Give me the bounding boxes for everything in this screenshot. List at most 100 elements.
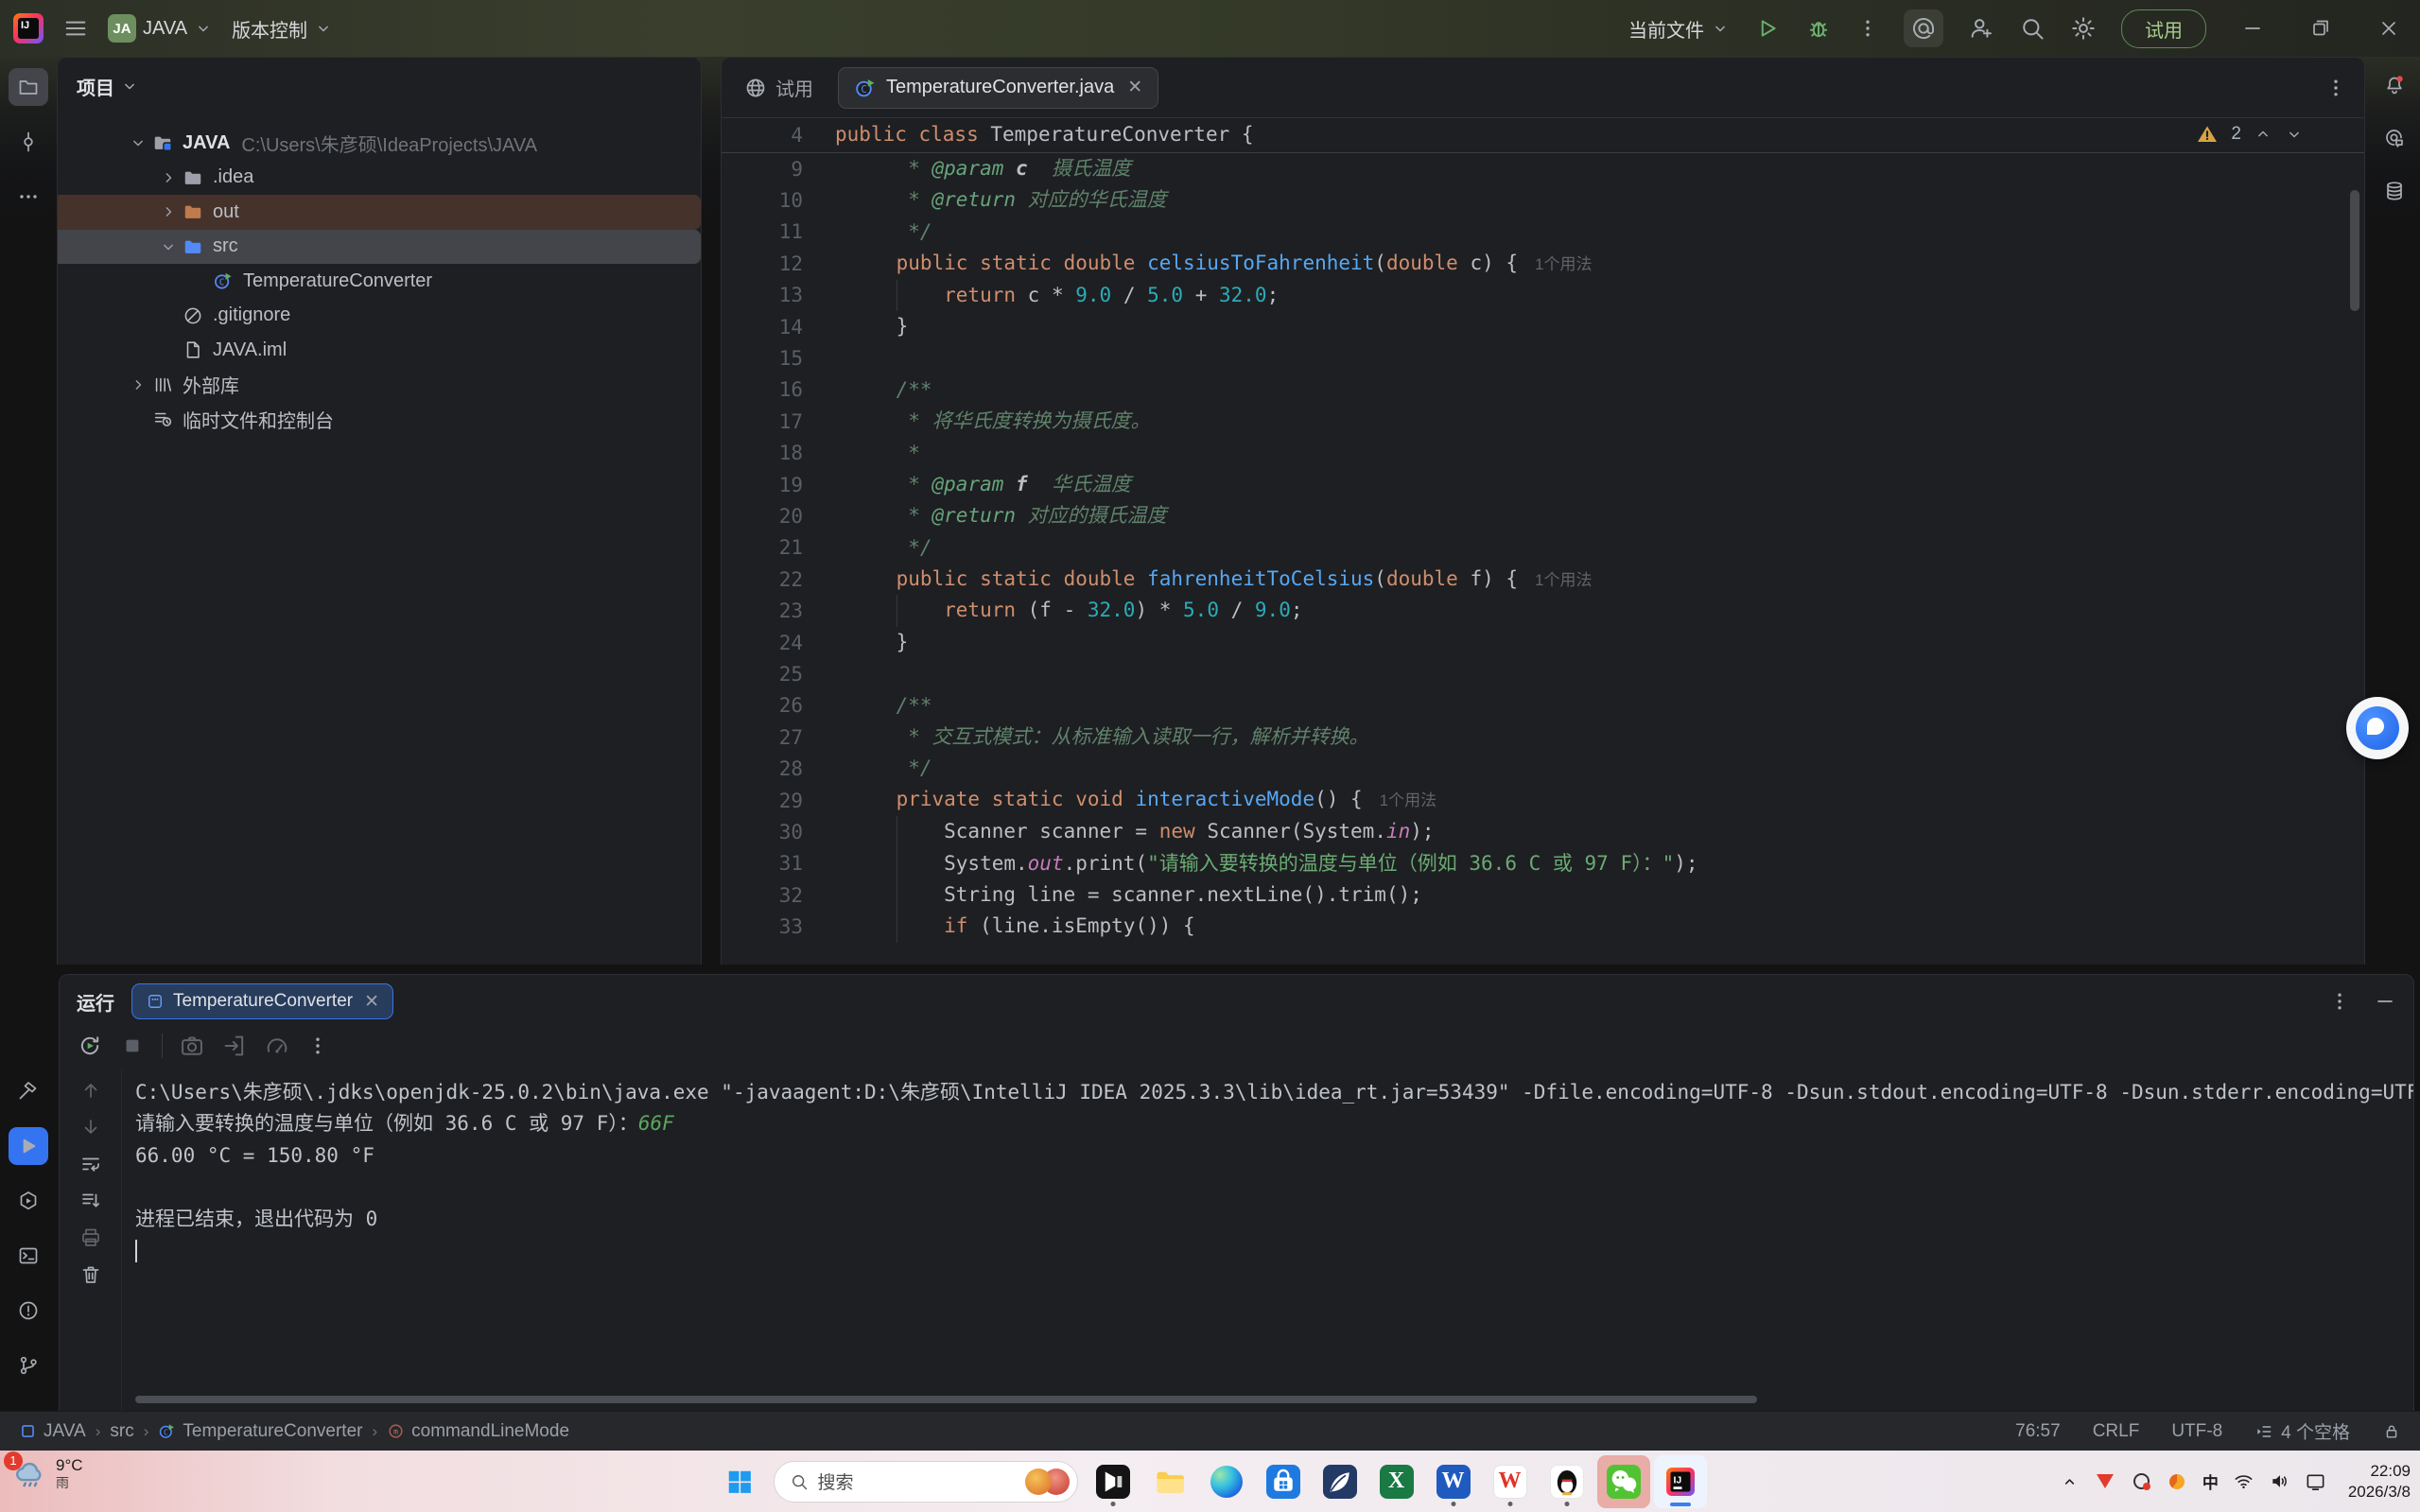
- tree-item--[interactable]: 临时文件和控制台: [58, 402, 701, 437]
- taskbar-search-input[interactable]: 搜索: [774, 1461, 1078, 1503]
- tray-wifi-icon[interactable]: [2233, 1470, 2255, 1492]
- taskbar-app-idea[interactable]: IJ: [1654, 1455, 1707, 1508]
- code-line-31[interactable]: 31 System.out.print("请输入要转换的温度与单位（例如 36.…: [722, 848, 2364, 879]
- chevron-down-icon[interactable]: [156, 235, 181, 258]
- tray-tray-cam-icon[interactable]: [2131, 1470, 2152, 1492]
- git-tool-button[interactable]: [9, 1347, 48, 1384]
- window-close-button[interactable]: [2367, 9, 2411, 47]
- window-restore-button[interactable]: [2299, 9, 2342, 47]
- taskbar-app-word[interactable]: W: [1427, 1455, 1480, 1508]
- ai-chat-tool-button[interactable]: [2375, 119, 2414, 157]
- usages-inlay-hint[interactable]: 1个用法: [1535, 571, 1592, 589]
- code-line-27[interactable]: 27 * 交互式模式：从标准输入读取一行，解析并转换。: [722, 721, 2364, 753]
- breadcrumb-item-src[interactable]: src: [110, 1421, 133, 1442]
- chevron-right-icon[interactable]: [156, 166, 181, 189]
- chevron-down-icon[interactable]: [126, 131, 150, 154]
- tray-tablet-icon[interactable]: [2305, 1470, 2326, 1492]
- console-hscrollbar[interactable]: [135, 1396, 1757, 1403]
- start-button[interactable]: [714, 1456, 765, 1507]
- tree-item-out[interactable]: out: [58, 195, 701, 230]
- tray-ime-icon[interactable]: 中: [2202, 1469, 2219, 1493]
- code-line-14[interactable]: 14 }: [722, 311, 2364, 342]
- code-line-10[interactable]: 10 * @return 对应的华氏温度: [722, 184, 2364, 216]
- commit-tool-button[interactable]: [9, 123, 48, 161]
- weather-widget[interactable]: 1 9°C 雨: [11, 1456, 83, 1490]
- inspections-widget[interactable]: 2: [2196, 123, 2304, 146]
- code-with-me-icon[interactable]: [1968, 15, 1994, 42]
- run-more-icon[interactable]: [306, 1034, 329, 1057]
- taskbar-app-qq[interactable]: [1541, 1455, 1593, 1508]
- clear-console-icon[interactable]: [79, 1263, 102, 1286]
- problems-tool-button[interactable]: [9, 1292, 48, 1330]
- tab-group-trial[interactable]: 试用: [744, 74, 813, 101]
- taskbar-app-writer[interactable]: [1314, 1455, 1367, 1508]
- code-line-32[interactable]: 32 String line = scanner.nextLine().trim…: [722, 879, 2364, 911]
- code-line-21[interactable]: 21 */: [722, 532, 2364, 564]
- tree-item-temperatureconverter[interactable]: CTemperatureConverter: [58, 264, 701, 299]
- code-line-33[interactable]: 33 if (line.isEmpty()) {: [722, 911, 2364, 942]
- tray-chev-up-icon[interactable]: [2059, 1470, 2081, 1492]
- search-highlights-icon[interactable]: [1025, 1469, 1070, 1495]
- code-line-15[interactable]: 15: [722, 342, 2364, 374]
- more-tools-button[interactable]: [9, 178, 48, 216]
- indent-widget[interactable]: 4 个空格: [2255, 1418, 2350, 1444]
- code-line-30[interactable]: 30 Scanner scanner = new Scanner(System.…: [722, 816, 2364, 847]
- trial-badge[interactable]: 试用: [2121, 9, 2206, 48]
- code-line-16[interactable]: 16 /**: [722, 374, 2364, 406]
- taskbar-app-edge[interactable]: [1200, 1455, 1253, 1508]
- next-problem-icon[interactable]: [2285, 125, 2304, 144]
- taskbar-app-store[interactable]: [1257, 1455, 1310, 1508]
- build-tool-button[interactable]: [9, 1072, 48, 1110]
- tray-tray-red-icon[interactable]: [2095, 1470, 2116, 1492]
- tree-item--idea[interactable]: .idea: [58, 161, 701, 196]
- breadcrumb-item-temperatureconverter[interactable]: CTemperatureConverter: [158, 1421, 362, 1442]
- window-minimize-button[interactable]: [2231, 9, 2274, 47]
- editor-scrollbar[interactable]: [2350, 190, 2359, 311]
- code-editor[interactable]: 2 4public class TemperatureConverter {9 …: [722, 118, 2364, 965]
- prev-occurrence-icon[interactable]: [79, 1079, 102, 1102]
- ai-assistant-button[interactable]: [1904, 9, 1943, 47]
- code-line-26[interactable]: 26 /**: [722, 690, 2364, 721]
- taskbar-clock[interactable]: 22:092026/3/8: [2348, 1461, 2411, 1502]
- taskbar-app-capcut[interactable]: [1087, 1455, 1140, 1508]
- next-occurrence-icon[interactable]: [79, 1116, 102, 1138]
- code-line-11[interactable]: 11 */: [722, 217, 2364, 248]
- vcs-widget[interactable]: 版本控制: [232, 15, 333, 43]
- more-actions-icon[interactable]: [1856, 17, 1879, 40]
- tab-temperatureconverter-java[interactable]: C TemperatureConverter.java ✕: [838, 67, 1158, 109]
- tree-item-java[interactable]: JAVAC:\Users\朱彦硕\IdeaProjects\JAVA: [58, 126, 701, 161]
- terminal-tool-button[interactable]: [9, 1237, 48, 1275]
- tab-close-icon[interactable]: ✕: [1127, 77, 1142, 98]
- tree-item--[interactable]: 外部库: [58, 368, 701, 403]
- tree-item-src[interactable]: src: [58, 230, 701, 265]
- run-button[interactable]: [1754, 15, 1781, 42]
- project-tool-button[interactable]: [9, 68, 48, 106]
- run-panel-options-icon[interactable]: [2328, 990, 2351, 1013]
- editor-options-icon[interactable]: [2324, 77, 2347, 99]
- search-everywhere-icon[interactable]: [2019, 15, 2046, 42]
- rerun-button[interactable]: [77, 1033, 103, 1059]
- run-tool-button[interactable]: [9, 1127, 48, 1165]
- stop-button[interactable]: [119, 1033, 146, 1059]
- prev-problem-icon[interactable]: [2254, 125, 2272, 144]
- code-line-20[interactable]: 20 * @return 对应的摄氏温度: [722, 500, 2364, 531]
- database-tool-button[interactable]: [2375, 172, 2414, 210]
- chevron-right-icon[interactable]: [126, 374, 150, 396]
- usages-inlay-hint[interactable]: 1个用法: [1535, 255, 1592, 273]
- breadcrumb-item-commandlinemode[interactable]: mcommandLineMode: [387, 1421, 569, 1442]
- taskbar-app-wechat[interactable]: [1597, 1455, 1650, 1508]
- settings-gear-icon[interactable]: [2070, 15, 2097, 42]
- services-tool-button[interactable]: [9, 1182, 48, 1220]
- chevron-right-icon[interactable]: [156, 200, 181, 223]
- tray-tray-orange-icon[interactable]: [2167, 1470, 2188, 1492]
- run-tab-temperatureconverter[interactable]: TemperatureConverter ✕: [131, 983, 393, 1019]
- line-separator[interactable]: CRLF: [2093, 1421, 2140, 1442]
- tree-item-java-iml[interactable]: JAVA.iml: [58, 333, 701, 368]
- code-line-19[interactable]: 19 * @param f 华氏温度: [722, 469, 2364, 500]
- run-config-selector[interactable]: 当前文件: [1628, 15, 1730, 43]
- code-line-17[interactable]: 17 * 将华氏度转换为摄氏度。: [722, 406, 2364, 437]
- console-output[interactable]: C:\Users\朱彦硕\.jdks\openjdk-25.0.2\bin\ja…: [122, 1069, 2413, 1411]
- chevron-down-icon[interactable]: [120, 77, 139, 96]
- taskbar-app-wps[interactable]: W: [1484, 1455, 1537, 1508]
- tree-item--gitignore[interactable]: .gitignore: [58, 299, 701, 334]
